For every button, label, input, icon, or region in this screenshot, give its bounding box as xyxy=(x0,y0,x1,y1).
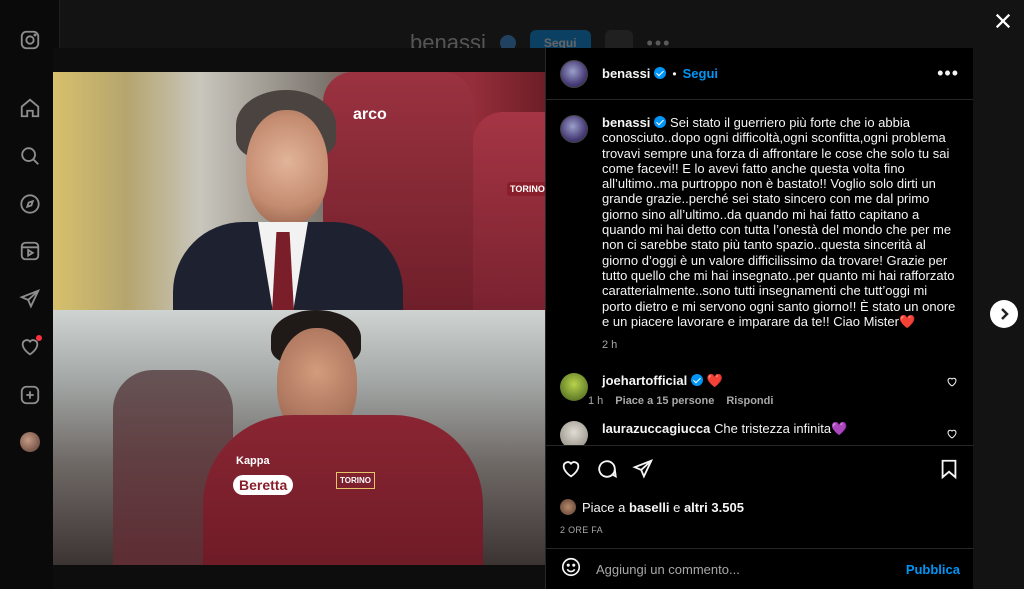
bench-sponsor: arco xyxy=(353,106,387,123)
verified-icon xyxy=(654,67,667,79)
post-photo-top: arco TORINO xyxy=(53,72,545,310)
likes-count[interactable]: altri 3.505 xyxy=(684,500,744,515)
comment-likes[interactable]: Piace a 15 persone xyxy=(615,395,714,407)
profile-avatar[interactable] xyxy=(18,430,42,454)
post-media[interactable]: arco TORINO Kappa Beretta TORINO xyxy=(53,48,545,589)
bench-seat-right xyxy=(473,112,545,310)
post-photo-bottom: Kappa Beretta TORINO xyxy=(53,310,545,565)
bench-crest: TORINO xyxy=(507,182,545,196)
purple-heart-emoji: 💜 xyxy=(831,421,848,437)
close-icon[interactable] xyxy=(992,10,1014,32)
comments-list[interactable]: benassi Sei stato il guerriero più forte… xyxy=(546,101,974,445)
post-modal: arco TORINO Kappa Beretta TORINO benassi… xyxy=(53,48,974,589)
comment-meta: 1 h Piace a 15 persone Rispondi xyxy=(588,395,773,407)
post-side-panel: benassi • Segui ••• benassi Sei stato il… xyxy=(545,48,974,589)
search-icon[interactable] xyxy=(18,144,42,168)
likes-mid: e xyxy=(673,499,681,515)
commenter-username[interactable]: laurazuccagiucca xyxy=(602,421,710,436)
left-nav-rail xyxy=(0,0,60,589)
more-options-icon[interactable]: ••• xyxy=(937,63,959,84)
app-root: benassi Segui ••• arco TORINO Kappa Bere… xyxy=(0,0,1024,589)
emoji-smiley-icon[interactable] xyxy=(560,556,582,583)
jersey-sponsor-kappa: Kappa xyxy=(236,455,270,467)
caption-content: Sei stato il guerriero più forte che io … xyxy=(602,115,956,329)
like-comment-heart-icon[interactable] xyxy=(946,375,958,387)
commenter-username[interactable]: joehartofficial xyxy=(602,373,704,388)
reels-icon[interactable] xyxy=(18,239,42,263)
verified-icon xyxy=(691,374,704,387)
comment-input[interactable] xyxy=(596,561,896,577)
caption-avatar[interactable] xyxy=(560,115,588,143)
caption-time: 2 h xyxy=(602,339,618,352)
post-actions: Piace a baselli e altri 3.505 2 ORE FA xyxy=(546,445,974,535)
comment-text: Che tristezza infinita xyxy=(714,421,832,437)
notifications-icon[interactable] xyxy=(18,335,42,359)
instagram-icon[interactable] xyxy=(18,28,42,52)
liker-avatar xyxy=(560,499,576,515)
author-avatar[interactable] xyxy=(560,59,588,88)
jersey-sponsor-beretta: Beretta xyxy=(233,475,294,495)
header-separator: • xyxy=(672,66,677,81)
notification-dot xyxy=(36,335,42,341)
post-timestamp: 2 ORE FA xyxy=(560,525,603,535)
verified-icon xyxy=(654,116,667,128)
share-icon[interactable] xyxy=(632,458,654,485)
commenter-avatar[interactable] xyxy=(560,421,588,445)
jersey-crest: TORINO xyxy=(336,472,375,489)
author-username[interactable]: benassi xyxy=(602,66,667,81)
home-icon[interactable] xyxy=(18,96,42,120)
add-comment-bar: Pubblica xyxy=(546,548,974,589)
red-heart-emoji: ❤️ xyxy=(898,313,916,329)
publish-button[interactable]: Pubblica xyxy=(906,562,960,577)
comment-item: laurazuccagiucca Che tristezza infinita💜 xyxy=(560,421,960,445)
likes-summary: Piace a baselli e altri 3.505 xyxy=(560,499,960,515)
messages-icon[interactable] xyxy=(18,287,42,311)
follow-button[interactable]: Segui xyxy=(683,66,718,81)
bookmark-icon[interactable] xyxy=(938,458,960,485)
chevron-right-icon[interactable] xyxy=(990,300,1018,328)
commenter-avatar[interactable] xyxy=(560,373,588,402)
create-icon[interactable] xyxy=(18,383,42,407)
likes-user[interactable]: baselli xyxy=(629,500,669,515)
comment-bubble-icon[interactable] xyxy=(596,458,618,485)
like-heart-icon[interactable] xyxy=(560,458,582,485)
caption-username[interactable]: benassi xyxy=(602,115,667,130)
caption-text: benassi Sei stato il guerriero più forte… xyxy=(602,115,960,329)
comment-item: joehartofficial ❤️ 1 h Piace a 15 person… xyxy=(560,373,960,407)
comment-text: ❤️ xyxy=(706,373,724,389)
likes-prefix: Piace a xyxy=(582,499,626,515)
post-header: benassi • Segui ••• xyxy=(546,48,973,100)
action-bar xyxy=(560,458,960,485)
smiling-face xyxy=(246,110,328,225)
reply-button[interactable]: Rispondi xyxy=(726,395,773,407)
comment-time: 1 h xyxy=(588,395,604,408)
like-comment-heart-icon[interactable] xyxy=(946,427,958,439)
explore-icon[interactable] xyxy=(18,192,42,216)
post-caption: benassi Sei stato il guerriero più forte… xyxy=(560,115,960,351)
